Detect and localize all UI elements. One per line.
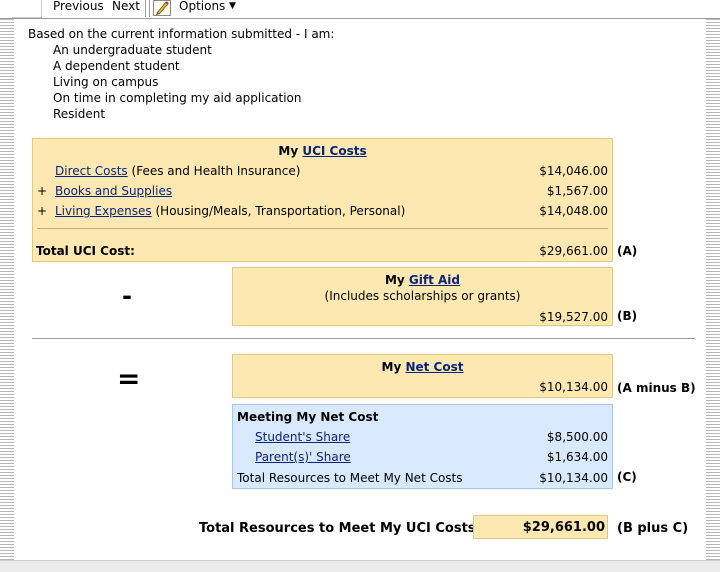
uci-costs-title: My UCI Costs: [33, 144, 612, 158]
cost-row-living: Living Expenses (Housing/Meals, Transpor…: [55, 204, 405, 218]
left-stripe-border: [0, 18, 14, 560]
cost-row-living-prefix: +: [37, 204, 48, 218]
books-supplies-amount: $1,567.00: [546, 184, 608, 198]
living-expenses-amount: $14,048.00: [539, 204, 608, 218]
next-button[interactable]: Next: [112, 0, 140, 13]
net-cost-title-prefix: My: [381, 360, 402, 374]
uci-costs-link[interactable]: UCI Costs: [302, 144, 366, 158]
uci-costs-box: My UCI Costs Direct Costs (Fees and Heal…: [32, 138, 613, 262]
pencil-icon[interactable]: [153, 0, 171, 16]
previous-button[interactable]: Previous: [53, 0, 104, 13]
marker-b-plus-c: (B plus C): [617, 521, 689, 536]
books-supplies-link[interactable]: Books and Supplies: [55, 184, 172, 198]
toolbar-frame: [12, 0, 42, 18]
status-item: A dependent student: [53, 59, 180, 73]
gift-aid-title-prefix: My: [384, 273, 405, 287]
costs-divider: [37, 228, 608, 229]
net-cost-title: My Net Cost: [233, 360, 612, 374]
total-resources-net-amount: $10,134.00: [539, 471, 608, 485]
bottom-scroll-bar: [0, 560, 720, 572]
minus-symbol: -: [122, 282, 132, 310]
students-share-amount: $8,500.00: [546, 430, 608, 444]
gift-aid-amount: $19,527.00: [539, 310, 608, 324]
net-cost-amount: $10,134.00: [539, 380, 608, 394]
status-item: Living on campus: [53, 75, 159, 89]
net-cost-box: My Net Cost $10,134.00: [232, 354, 613, 398]
meeting-net-cost-box: Meeting My Net Cost Student's Share $8,5…: [232, 404, 613, 489]
section-divider: [32, 338, 695, 339]
total-uci-cost-amount: $29,661.00: [539, 244, 608, 258]
total-resources-net-label: Total Resources to Meet My Net Costs: [237, 471, 463, 485]
uci-costs-title-prefix: My: [278, 144, 299, 158]
equals-symbol: =: [117, 362, 141, 395]
marker-c: (C): [617, 470, 637, 484]
cost-row-direct: Direct Costs (Fees and Health Insurance): [55, 164, 300, 178]
students-share-row: Student's Share: [255, 430, 350, 444]
marker-a-minus-b: (A minus B): [617, 381, 696, 395]
meeting-net-cost-title: Meeting My Net Cost: [237, 410, 379, 424]
living-expenses-note: (Housing/Meals, Transportation, Personal…: [155, 204, 406, 218]
toolbar-separator: [145, 0, 146, 17]
marker-a: (A): [617, 244, 638, 258]
grand-total-amount: $29,661.00: [522, 520, 605, 535]
right-stripe-border: [706, 18, 720, 560]
gift-aid-link[interactable]: Gift Aid: [409, 273, 460, 287]
parents-share-row: Parent(s)' Share: [255, 450, 351, 464]
options-button[interactable]: Options: [179, 0, 225, 13]
direct-costs-note: (Fees and Health Insurance): [131, 164, 301, 178]
status-item: On time in completing my aid application: [53, 91, 302, 105]
net-cost-link[interactable]: Net Cost: [405, 360, 463, 374]
toolbar-separator: [149, 0, 150, 17]
toolbar: Previous Next Options ▼: [0, 0, 720, 19]
gift-aid-box: My Gift Aid (Includes scholarships or gr…: [232, 267, 613, 326]
cost-row-books-prefix: +: [37, 184, 48, 198]
grand-total-box: $29,661.00: [473, 515, 608, 539]
student-status: Based on the current information submitt…: [28, 26, 334, 122]
status-item: An undergraduate student: [53, 43, 212, 57]
parents-share-amount: $1,634.00: [546, 450, 608, 464]
gift-aid-title: My Gift Aid: [233, 273, 612, 287]
marker-b: (B): [617, 309, 638, 323]
chevron-down-icon[interactable]: ▼: [229, 0, 236, 13]
gift-aid-subtitle: (Includes scholarships or grants): [324, 289, 521, 303]
status-item: Resident: [53, 107, 106, 121]
cost-row-books: Books and Supplies: [55, 184, 172, 198]
grand-total-label: Total Resources to Meet My UCI Costs: [199, 521, 476, 536]
total-uci-cost-label: Total UCI Cost:: [36, 244, 135, 258]
direct-costs-amount: $14,046.00: [539, 164, 608, 178]
direct-costs-link[interactable]: Direct Costs: [55, 164, 128, 178]
status-intro: Based on the current information submitt…: [28, 27, 335, 41]
living-expenses-link[interactable]: Living Expenses: [55, 204, 152, 218]
students-share-link[interactable]: Student's Share: [255, 430, 350, 444]
parents-share-link[interactable]: Parent(s)' Share: [255, 450, 351, 464]
